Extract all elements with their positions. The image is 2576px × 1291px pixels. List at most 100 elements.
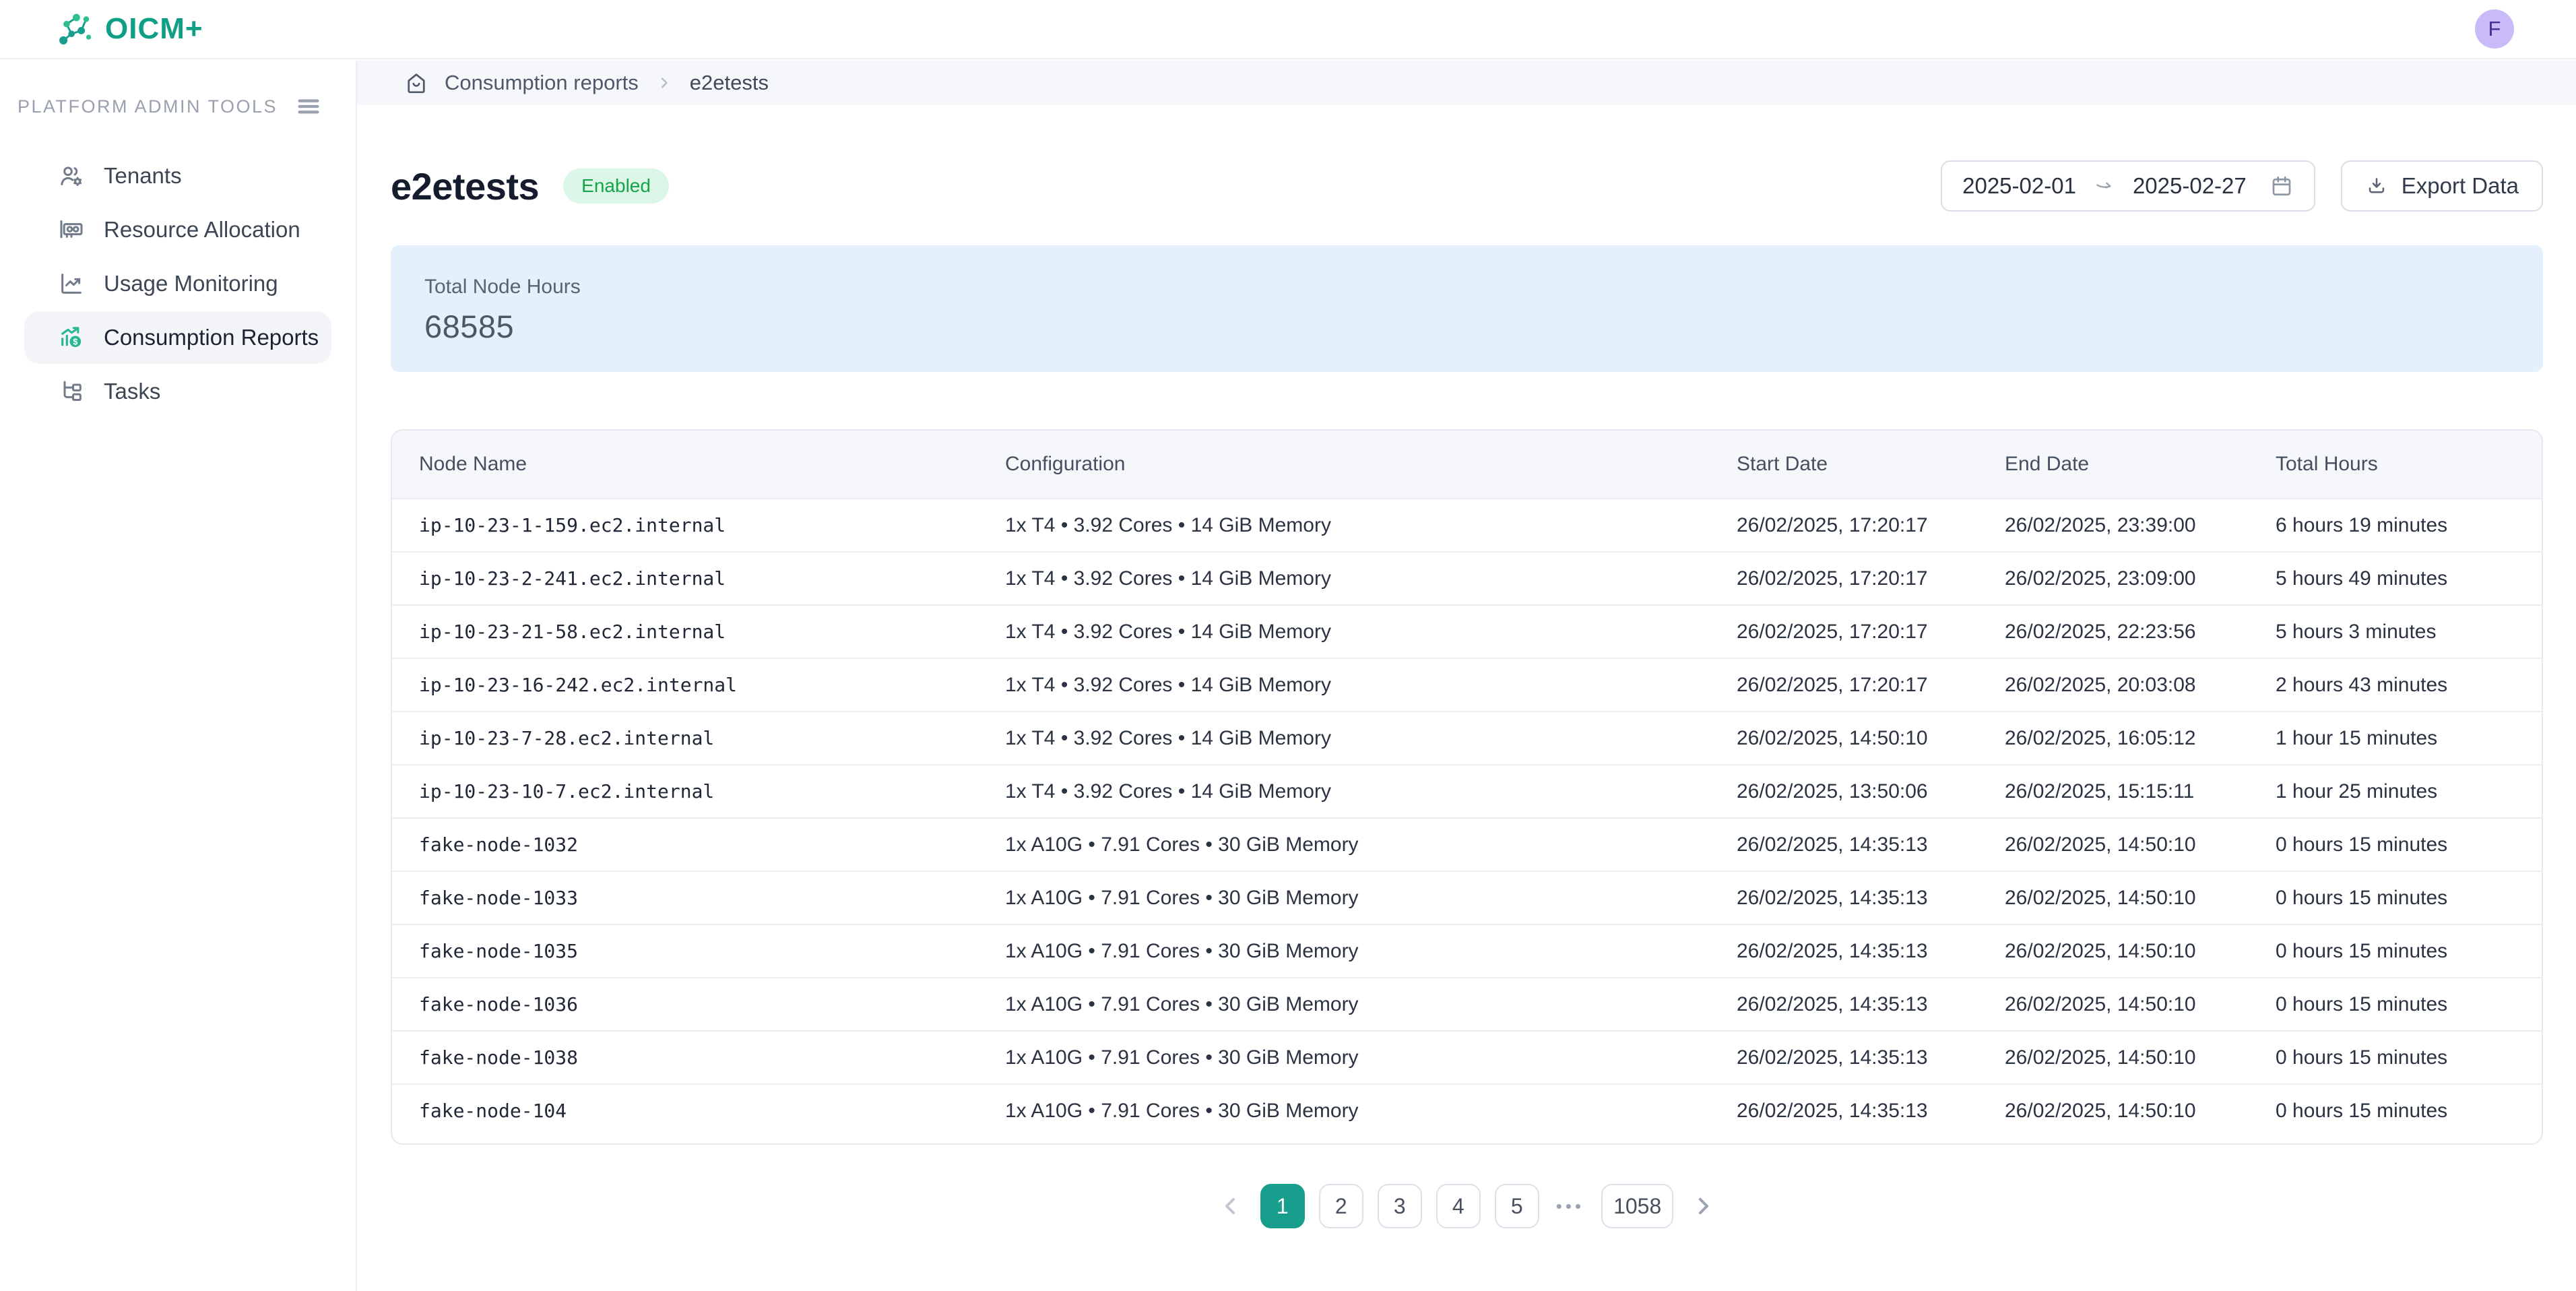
download-icon	[2365, 175, 2388, 197]
cell-total-hours: 5 hours 3 minutes	[2276, 621, 2515, 643]
gpu-card-icon	[58, 216, 85, 243]
column-header-start-date: Start Date	[1737, 453, 2005, 476]
table-row: ip-10-23-2-241.ec2.internal 1x T4 • 3.92…	[392, 551, 2542, 604]
cell-start-date: 26/02/2025, 14:50:10	[1737, 727, 2005, 750]
breadcrumb-consumption-reports[interactable]: Consumption reports	[445, 71, 639, 95]
cell-end-date: 26/02/2025, 14:50:10	[2005, 1100, 2276, 1123]
app-logo[interactable]: OICM+	[55, 9, 203, 49]
cell-node-name: ip-10-23-16-242.ec2.internal	[419, 674, 1005, 696]
pagination-ellipsis: •••	[1556, 1196, 1584, 1217]
cell-end-date: 26/02/2025, 16:05:12	[2005, 727, 2276, 750]
table-row: fake-node-1032 1x A10G • 7.91 Cores • 30…	[392, 817, 2542, 871]
cell-end-date: 26/02/2025, 14:50:10	[2005, 1046, 2276, 1069]
date-range-picker[interactable]: 2025-02-01 2025-02-27	[1941, 160, 2315, 212]
user-avatar[interactable]: F	[2475, 9, 2514, 49]
sidebar-collapse-button[interactable]	[295, 93, 322, 120]
cell-start-date: 26/02/2025, 14:35:13	[1737, 887, 2005, 910]
cell-configuration: 1x A10G • 7.91 Cores • 30 GiB Memory	[1005, 993, 1737, 1016]
cell-total-hours: 1 hour 15 minutes	[2276, 727, 2515, 750]
column-header-node-name: Node Name	[419, 453, 1005, 476]
table-row: fake-node-1036 1x A10G • 7.91 Cores • 30…	[392, 977, 2542, 1030]
breadcrumb: Consumption reports e2etests	[357, 61, 2576, 105]
total-node-hours-card: Total Node Hours 68585	[391, 245, 2543, 372]
sidebar-header: PLATFORM ADMIN TOOLS	[0, 93, 356, 120]
title-row: e2etests Enabled 2025-02-01 2025-02-27	[391, 160, 2543, 212]
chevron-left-icon	[1214, 1190, 1246, 1222]
cell-start-date: 26/02/2025, 13:50:06	[1737, 780, 2005, 803]
cell-start-date: 26/02/2025, 17:20:17	[1737, 514, 2005, 537]
page-button-1[interactable]: 1	[1260, 1184, 1305, 1228]
logo-text: OICM+	[105, 12, 203, 46]
column-header-end-date: End Date	[2005, 453, 2276, 476]
sidebar-item-resource-allocation[interactable]: Resource Allocation	[24, 203, 331, 256]
tenants-users-icon	[58, 162, 85, 189]
cell-configuration: 1x A10G • 7.91 Cores • 30 GiB Memory	[1005, 1046, 1737, 1069]
cell-configuration: 1x A10G • 7.91 Cores • 30 GiB Memory	[1005, 1100, 1737, 1123]
calendar-icon[interactable]	[2269, 174, 2294, 198]
main-content: Consumption reports e2etests e2etests En…	[357, 61, 2576, 1228]
app-window: OICM+ F PLATFORM ADMIN TOOLS	[0, 0, 2576, 1291]
cell-total-hours: 0 hours 15 minutes	[2276, 833, 2515, 856]
previous-page-button[interactable]	[1214, 1190, 1246, 1222]
sidebar-item-tasks[interactable]: Tasks	[24, 365, 331, 418]
cell-node-name: ip-10-23-2-241.ec2.internal	[419, 567, 1005, 590]
date-range-end: 2025-02-27	[2133, 173, 2247, 199]
cell-node-name: fake-node-104	[419, 1100, 1005, 1122]
cell-end-date: 26/02/2025, 14:50:10	[2005, 833, 2276, 856]
status-badge: Enabled	[563, 168, 669, 203]
table-row: fake-node-1038 1x A10G • 7.91 Cores • 30…	[392, 1030, 2542, 1083]
page-button-2[interactable]: 2	[1319, 1184, 1363, 1228]
chevron-right-icon	[655, 73, 674, 92]
page-title: e2etests	[391, 164, 539, 208]
table-row: ip-10-23-16-242.ec2.internal 1x T4 • 3.9…	[392, 658, 2542, 711]
cell-start-date: 26/02/2025, 14:35:13	[1737, 833, 2005, 856]
pagination: 1 2 3 4 5 ••• 1058	[391, 1184, 2543, 1228]
page-button-last[interactable]: 1058	[1601, 1184, 1673, 1228]
logo-molecule-icon	[55, 9, 94, 49]
cell-node-name: ip-10-23-1-159.ec2.internal	[419, 514, 1005, 536]
table-row: ip-10-23-21-58.ec2.internal 1x T4 • 3.92…	[392, 604, 2542, 658]
summary-label: Total Node Hours	[424, 276, 2509, 298]
tasks-tree-icon	[58, 378, 85, 405]
cell-configuration: 1x T4 • 3.92 Cores • 14 GiB Memory	[1005, 780, 1737, 803]
breadcrumb-current: e2etests	[690, 71, 769, 95]
cell-start-date: 26/02/2025, 17:20:17	[1737, 674, 2005, 697]
top-bar: OICM+ F	[0, 0, 2576, 59]
cell-end-date: 26/02/2025, 14:50:10	[2005, 887, 2276, 910]
cell-node-name: fake-node-1035	[419, 940, 1005, 962]
date-range-start: 2025-02-01	[1962, 173, 2076, 199]
cell-node-name: ip-10-23-7-28.ec2.internal	[419, 727, 1005, 749]
cell-start-date: 26/02/2025, 14:35:13	[1737, 993, 2005, 1016]
chevron-right-icon	[1687, 1190, 1720, 1222]
next-page-button[interactable]	[1687, 1190, 1720, 1222]
sidebar-item-label: Consumption Reports	[104, 325, 319, 350]
page-button-5[interactable]: 5	[1495, 1184, 1539, 1228]
sidebar-nav: Tenants Resource Allocation	[0, 150, 356, 418]
cell-start-date: 26/02/2025, 14:35:13	[1737, 940, 2005, 963]
cell-node-name: fake-node-1033	[419, 887, 1005, 909]
consumption-table: Node Name Configuration Start Date End D…	[391, 429, 2543, 1145]
summary-value: 68585	[424, 308, 2509, 345]
cell-start-date: 26/02/2025, 14:35:13	[1737, 1100, 2005, 1123]
sidebar-item-consumption-reports[interactable]: $ Consumption Reports	[24, 311, 331, 364]
page-button-4[interactable]: 4	[1436, 1184, 1481, 1228]
cell-start-date: 26/02/2025, 17:20:17	[1737, 621, 2005, 643]
cell-start-date: 26/02/2025, 14:35:13	[1737, 1046, 2005, 1069]
sidebar-item-tenants[interactable]: Tenants	[24, 150, 331, 202]
sidebar-item-usage-monitoring[interactable]: Usage Monitoring	[24, 257, 331, 310]
cell-start-date: 26/02/2025, 17:20:17	[1737, 567, 2005, 590]
page-button-3[interactable]: 3	[1378, 1184, 1422, 1228]
column-header-total-hours: Total Hours	[2276, 453, 2515, 476]
cell-total-hours: 6 hours 19 minutes	[2276, 514, 2515, 537]
cell-total-hours: 1 hour 25 minutes	[2276, 780, 2515, 803]
cell-node-name: fake-node-1032	[419, 833, 1005, 856]
cell-end-date: 26/02/2025, 22:23:56	[2005, 621, 2276, 643]
home-icon[interactable]	[404, 71, 428, 95]
cell-node-name: ip-10-23-21-58.ec2.internal	[419, 621, 1005, 643]
export-data-button[interactable]: Export Data	[2341, 160, 2543, 212]
chart-line-icon	[58, 270, 85, 297]
cell-configuration: 1x A10G • 7.91 Cores • 30 GiB Memory	[1005, 833, 1737, 856]
table-row: fake-node-1035 1x A10G • 7.91 Cores • 30…	[392, 924, 2542, 977]
sidebar-section-label: PLATFORM ADMIN TOOLS	[18, 96, 278, 117]
table-header-row: Node Name Configuration Start Date End D…	[392, 431, 2542, 498]
